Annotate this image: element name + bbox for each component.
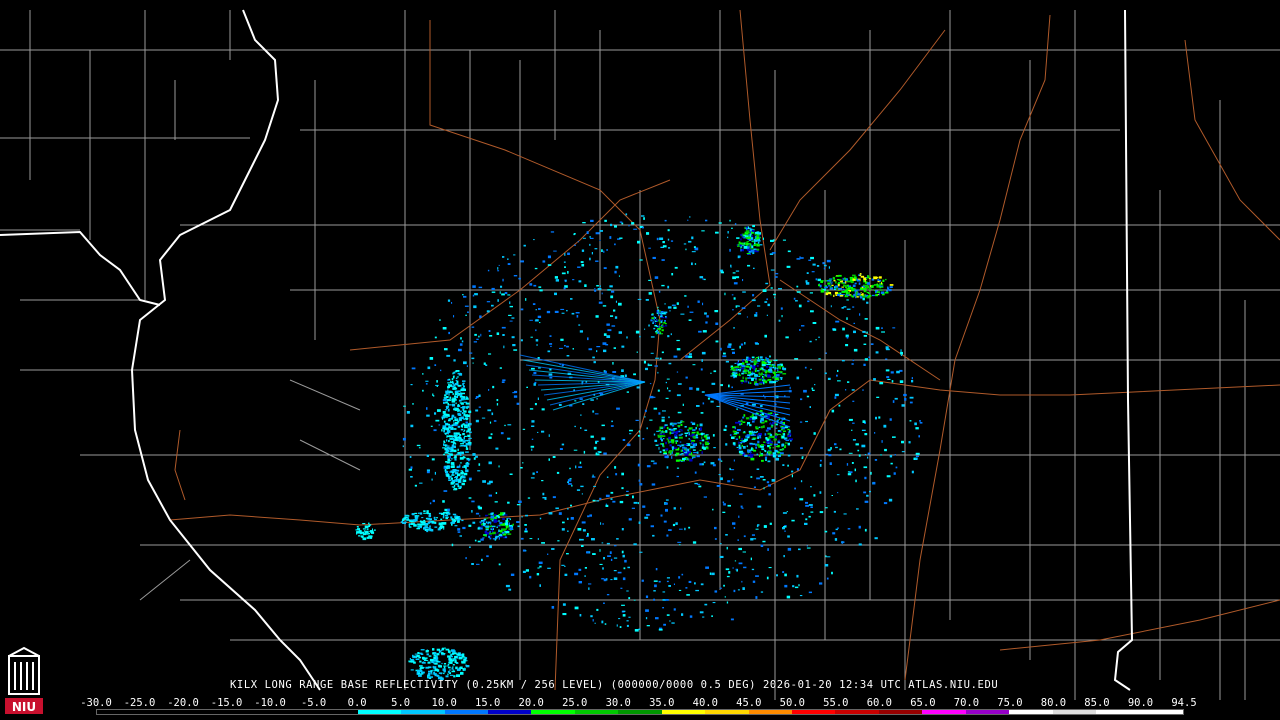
scale-swatch xyxy=(444,710,488,714)
scale-label: -15.0 xyxy=(210,697,243,709)
scale-swatch xyxy=(618,710,662,714)
scale-swatch xyxy=(922,710,966,714)
highways xyxy=(169,9,1280,691)
color-scale-bar xyxy=(96,709,1184,715)
scale-swatch xyxy=(965,710,1010,714)
scale-label: 0.0 xyxy=(347,697,367,709)
scale-swatch xyxy=(661,710,706,714)
niu-logo-text: NIU xyxy=(11,700,37,714)
scale-label: 40.0 xyxy=(692,697,718,709)
scale-swatch xyxy=(1052,710,1097,714)
radar-map xyxy=(0,9,1280,700)
scale-label: 94.5 xyxy=(1171,697,1197,709)
scale-swatch xyxy=(314,710,358,714)
niu-logo: NIU xyxy=(3,646,45,716)
scale-label: 60.0 xyxy=(866,697,893,709)
scale-swatch xyxy=(1139,710,1183,714)
scale-label: -25.0 xyxy=(123,697,156,709)
scale-swatch xyxy=(748,710,792,714)
scale-swatch xyxy=(401,710,445,714)
scale-label: 20.0 xyxy=(518,697,544,709)
scale-label: 75.0 xyxy=(997,697,1023,709)
scale-swatch xyxy=(227,710,271,714)
scale-swatch xyxy=(140,710,184,714)
scale-swatch xyxy=(835,710,879,714)
scale-swatch xyxy=(1096,710,1140,714)
scale-label: 10.0 xyxy=(431,697,457,709)
scale-swatch xyxy=(878,710,923,714)
scale-swatch xyxy=(1009,710,1053,714)
product-caption: KILX LONG RANGE BASE REFLECTIVITY (0.25K… xyxy=(230,679,999,691)
scale-label: -10.0 xyxy=(254,697,286,709)
scale-label: 25.0 xyxy=(562,697,588,709)
scale-label: -20.0 xyxy=(167,697,199,709)
scale-label: -5.0 xyxy=(300,697,327,709)
scale-label: 70.0 xyxy=(953,697,980,709)
scale-swatch xyxy=(357,710,402,714)
radar-echoes xyxy=(355,213,923,681)
scale-label: 85.0 xyxy=(1084,697,1110,709)
scale-label: -30.0 xyxy=(80,697,112,709)
scale-label: 90.0 xyxy=(1127,697,1154,709)
scale-label: 5.0 xyxy=(391,697,411,709)
scale-swatch xyxy=(705,710,749,714)
scale-label: 30.0 xyxy=(605,697,631,709)
scale-label: 35.0 xyxy=(649,697,675,709)
scale-swatch xyxy=(792,710,836,714)
color-scale-labels: -30.0 -25.0 -20.0 -15.0 -10.0 -5.0 0.0 5.0 10.0 1… xyxy=(80,697,1197,709)
scale-label: 50.0 xyxy=(779,697,805,709)
scale-swatch xyxy=(97,710,141,714)
scale-label: 15.0 xyxy=(475,697,501,709)
scale-label: 45.0 xyxy=(736,697,762,709)
scale-label: 65.0 xyxy=(910,697,936,709)
scale-label: 80.0 xyxy=(1040,697,1067,709)
scale-swatch xyxy=(531,710,575,714)
scale-swatch xyxy=(487,710,532,714)
state-borders xyxy=(0,9,1134,691)
county-borders xyxy=(0,10,1280,700)
scale-swatch xyxy=(183,710,228,714)
scale-swatch xyxy=(574,710,619,714)
scale-swatch xyxy=(270,710,315,714)
scale-label: 55.0 xyxy=(823,697,849,709)
